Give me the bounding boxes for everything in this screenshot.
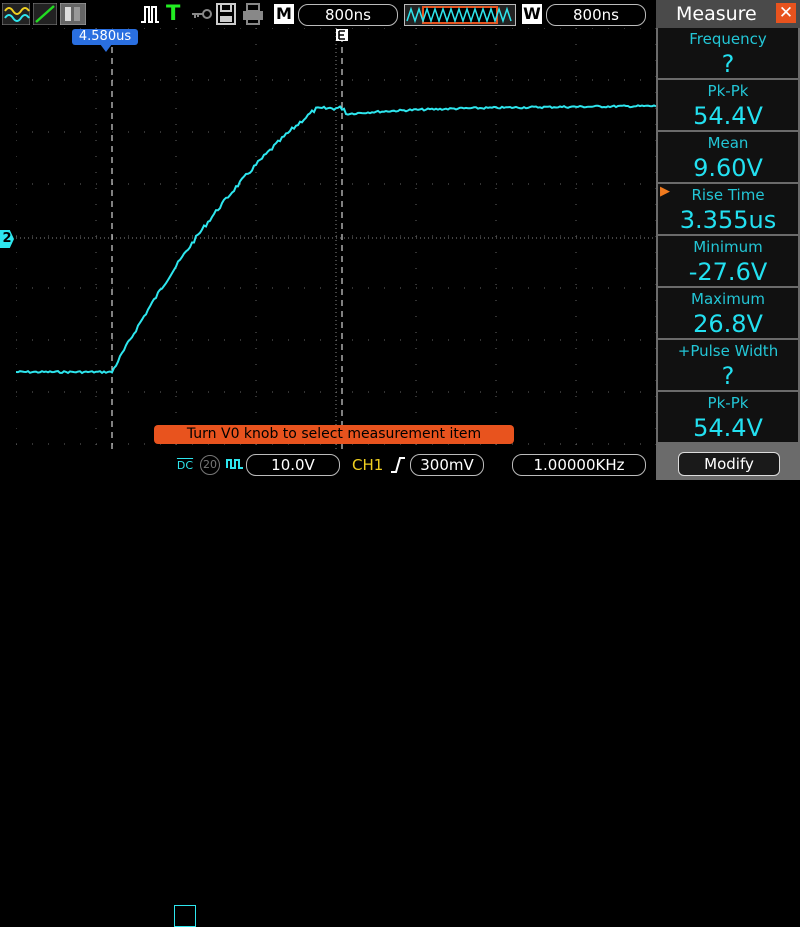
measurement-item[interactable]: Minimum -27.6V [658,236,798,288]
window-value[interactable]: 800ns [546,4,646,26]
measurement-value: 54.4V [693,414,763,442]
math-trace-icon[interactable] [33,3,57,25]
measure-panel: Measure ✕ Frequency? Pk-Pk 54.4V Mean 9.60V ▶… [656,0,800,480]
channel-scale[interactable]: 10.0V [246,454,340,476]
trigger-level[interactable]: 300mV [410,454,484,476]
measurement-name: +Pulse Width [677,342,779,360]
rising-edge-icon [391,457,405,473]
channel-wave-icon [226,459,243,469]
measurement-item[interactable]: Pk-Pk 54.4V [658,392,798,444]
measurement-item[interactable]: Mean 9.60V [658,132,798,184]
measurement-value: -27.6V [688,258,768,286]
memory-waveform-icon [406,6,512,24]
measurement-value: 54.4V [693,102,763,130]
memory-position-bar[interactable] [404,4,516,26]
frequency-counter[interactable]: 1.00000KHz [512,454,646,476]
persist-icon[interactable] [60,3,86,25]
channel-2-marker[interactable]: 2 [0,230,14,248]
measure-panel-header: Measure ✕ [656,0,800,28]
measurement-name: Minimum [693,238,763,256]
measure-panel-title: Measure [676,3,757,25]
measurement-name: Maximum [691,290,765,308]
window-label: W [522,4,542,24]
coupling-label[interactable]: DC [175,459,195,472]
timebase-value[interactable]: 800ns [298,4,398,26]
trigger-position-icon[interactable] [335,28,349,42]
bandwidth-limit-badge[interactable]: 20 [200,455,220,475]
measurement-name: Rise Time [691,186,765,204]
dc-coupling-icon[interactable] [174,905,196,927]
key-icon [192,9,212,19]
print-icon[interactable] [242,3,264,25]
timebase-label: M [274,4,294,24]
measurement-item[interactable]: Frequency? [658,28,798,80]
measurement-hint: Turn V0 knob to select measurement item [154,425,514,444]
trigger-status: T [166,1,181,25]
close-icon[interactable]: ✕ [776,3,796,23]
measurement-name: Pk-Pk [707,82,749,100]
measurement-value: ? [721,362,735,390]
measurement-value: 9.60V [693,154,763,182]
measurement-item[interactable]: Pk-Pk 54.4V [658,80,798,132]
measurement-value: 3.355us [679,206,777,234]
measurement-item[interactable]: Maximum 26.8V [658,288,798,340]
measurement-name: Frequency [689,30,767,48]
measurement-value: ? [721,50,735,78]
top-toolbar: T M 800ns W 800ns [0,0,656,28]
waveform-mode-icon[interactable] [2,3,30,25]
measurement-item[interactable]: +Pulse Width? [658,340,798,392]
pulse-trigger-icon[interactable] [140,3,160,25]
measurement-item[interactable]: ▶ Rise Time 3.355us [658,184,798,236]
trigger-source-label[interactable]: CH1 [352,456,383,474]
cursor-time-label[interactable]: 4.580us [72,29,138,45]
measurement-value: 26.8V [693,310,763,338]
measurement-name: Pk-Pk [707,394,749,412]
cursor-pointer-icon [100,44,112,52]
waveform-display[interactable] [16,28,656,450]
modify-button[interactable]: Modify [678,452,780,476]
measurement-name: Mean [707,134,749,152]
save-icon[interactable] [216,3,236,25]
